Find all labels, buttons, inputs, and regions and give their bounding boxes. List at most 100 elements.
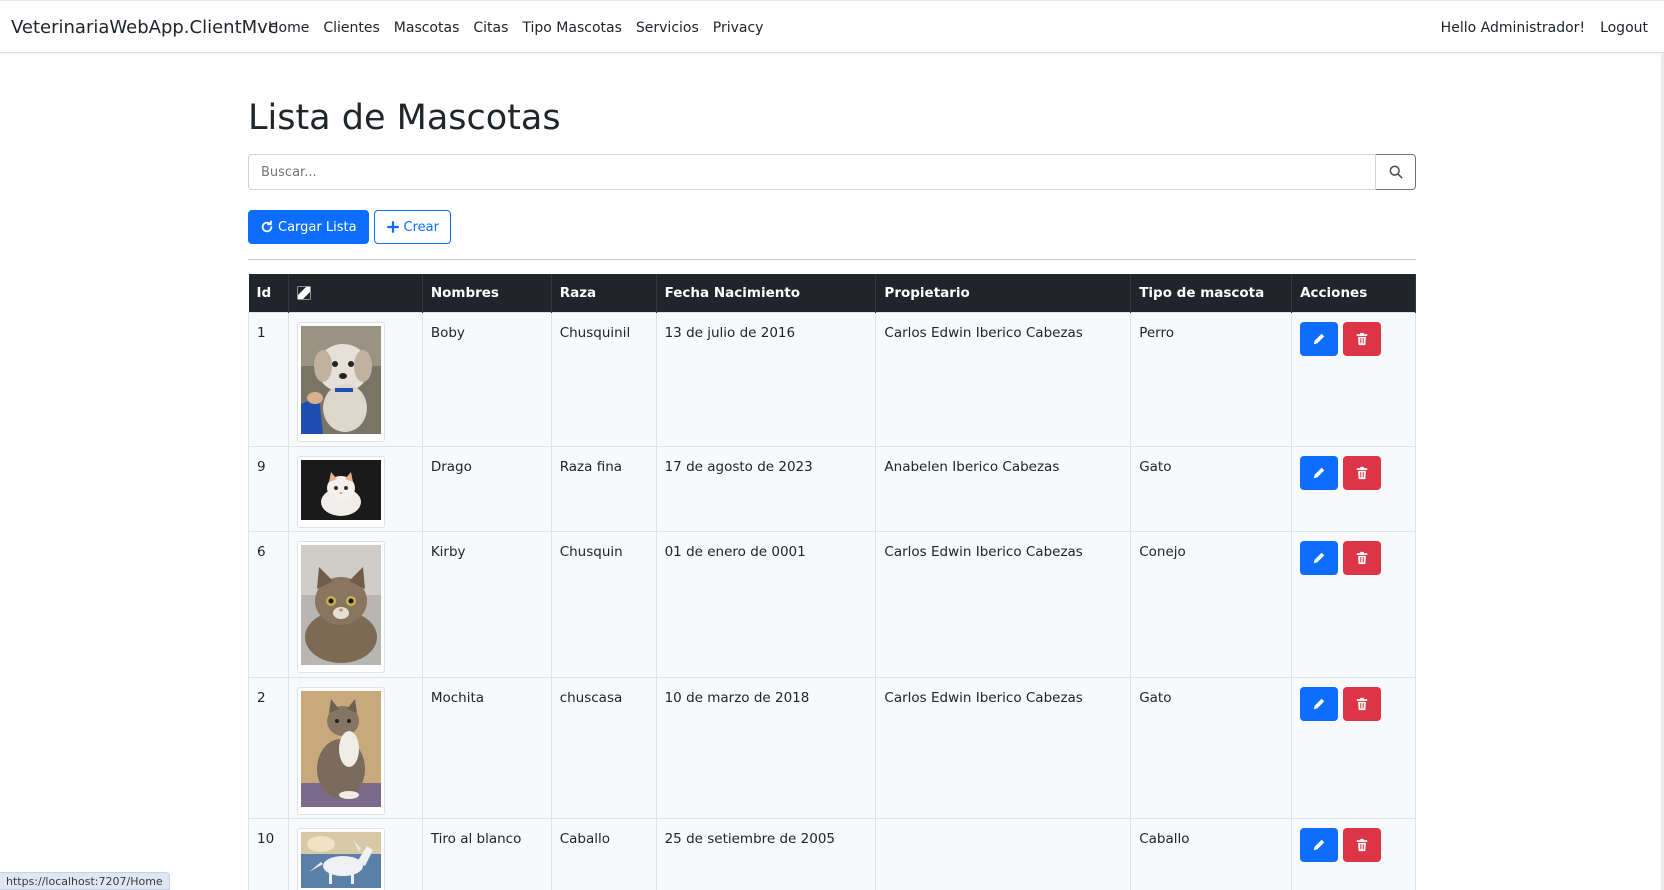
cell-photo [288, 817, 423, 890]
sitting-cat-photo [300, 690, 381, 807]
header-raza: Raza [551, 274, 657, 312]
trash-icon [1356, 838, 1368, 851]
delete-button[interactable] [1343, 455, 1382, 490]
white-horse-photo [300, 831, 381, 888]
cell-tipo: Perro [1130, 311, 1293, 446]
cell-tipo: Caballo [1130, 817, 1293, 890]
delete-button[interactable] [1343, 827, 1382, 862]
trash-icon [1356, 332, 1368, 345]
load-list-button[interactable]: Cargar Lista [248, 210, 369, 244]
cell-actions [1291, 445, 1416, 531]
nav-link-citas[interactable]: Citas [473, 20, 508, 36]
status-bar-url: https://localhost:7207/Home [0, 872, 170, 890]
trash-icon [1356, 697, 1368, 710]
user-greeting-link[interactable]: Hello Administrador! [1441, 20, 1585, 36]
nav-link-privacy[interactable]: Privacy [713, 20, 764, 36]
cell-propietario: Carlos Edwin Iberico Cabezas [875, 676, 1132, 818]
edit-button[interactable] [1300, 455, 1339, 490]
cell-id: 2 [248, 676, 289, 818]
search-icon [1389, 165, 1402, 179]
brand-link[interactable]: VeterinariaWebApp.ClientMvc [11, 17, 278, 38]
cell-propietario: Carlos Edwin Iberico Cabezas [875, 530, 1132, 677]
page-title: Lista de Mascotas [248, 98, 561, 138]
nav-link-mascotas[interactable]: Mascotas [394, 20, 460, 36]
pet-photo [296, 321, 385, 442]
cell-photo [288, 311, 423, 446]
pet-photo [296, 686, 385, 815]
search-group [248, 154, 1416, 190]
logout-link[interactable]: Logout [1600, 20, 1648, 36]
cell-actions [1291, 817, 1416, 890]
cell-actions [1291, 676, 1416, 818]
table-row: 9 Drago Raza fina 17 de agosto de 2023 A… [248, 445, 1416, 531]
load-list-label: Cargar Lista [278, 219, 357, 235]
cell-propietario: Carlos Edwin Iberico Cabezas [875, 311, 1132, 446]
header-tipo: Tipo de mascota [1130, 274, 1293, 312]
table-header-row: Id Nombres Raza Fecha Nacimiento Propiet… [248, 274, 1416, 312]
divider [248, 259, 1416, 260]
cell-id: 9 [248, 445, 289, 531]
pet-photo [296, 827, 385, 890]
white-kitten-photo [300, 459, 381, 520]
cell-id: 1 [248, 311, 289, 446]
search-button[interactable] [1376, 154, 1416, 190]
cell-propietario: Anabelen Iberico Cabezas [875, 445, 1132, 531]
cell-fecha: 17 de agosto de 2023 [656, 445, 877, 531]
create-button[interactable]: Crear [373, 210, 451, 244]
cell-propietario [875, 817, 1132, 890]
cell-fecha: 13 de julio de 2016 [656, 311, 877, 446]
cell-photo [288, 530, 423, 677]
nav-link-servicios[interactable]: Servicios [636, 20, 699, 36]
pencil-icon [1313, 839, 1325, 850]
delete-button[interactable] [1343, 540, 1382, 575]
cell-actions [1291, 311, 1416, 446]
action-buttons: Cargar Lista Crear [248, 210, 451, 244]
cell-id: 6 [248, 530, 289, 677]
cell-photo [288, 676, 423, 818]
cell-raza: Chusquin [551, 530, 657, 677]
cell-tipo: Gato [1130, 676, 1293, 818]
edit-button[interactable] [1300, 827, 1339, 862]
header-nombres: Nombres [422, 274, 552, 312]
cell-nombre: Mochita [422, 676, 552, 818]
header-acciones: Acciones [1291, 274, 1416, 312]
cell-nombre: Tiro al blanco [422, 817, 552, 890]
header-image [288, 274, 423, 312]
trash-icon [1356, 551, 1368, 564]
header-fecha: Fecha Nacimiento [656, 274, 877, 312]
cell-fecha: 10 de marzo de 2018 [656, 676, 877, 818]
edit-button[interactable] [1300, 686, 1339, 721]
navbar: VeterinariaWebApp.ClientMvc Home Cliente… [0, 0, 1664, 53]
cell-tipo: Gato [1130, 445, 1293, 531]
nav-link-tipo-mascotas[interactable]: Tipo Mascotas [522, 20, 622, 36]
table-row: 6 Kirby Chusquin 01 de enero de 0001 Car… [248, 530, 1416, 677]
delete-button[interactable] [1343, 321, 1382, 356]
nav-user-area: Hello Administrador! Logout [1441, 20, 1648, 36]
cell-nombre: Boby [422, 311, 552, 446]
refresh-icon [261, 220, 273, 233]
pencil-icon [1313, 552, 1325, 563]
pencil-icon [1313, 333, 1325, 344]
table-row: 1 Boby Chusquinil 13 de julio de 2016 Ca… [248, 311, 1416, 446]
pet-photo [296, 455, 385, 528]
search-input[interactable] [248, 154, 1376, 190]
delete-button[interactable] [1343, 686, 1382, 721]
cell-raza: Caballo [551, 817, 657, 890]
edit-button[interactable] [1300, 540, 1339, 575]
header-propietario: Propietario [875, 274, 1132, 312]
pet-photo [296, 540, 385, 673]
cell-id: 10 [248, 817, 289, 890]
image-icon [297, 286, 311, 300]
dog-photo [300, 325, 381, 434]
create-label: Crear [403, 219, 439, 235]
cell-raza: Raza fina [551, 445, 657, 531]
mascotas-table: Id Nombres Raza Fecha Nacimiento Propiet… [248, 274, 1416, 890]
cell-fecha: 01 de enero de 0001 [656, 530, 877, 677]
cell-fecha: 25 de setiembre de 2005 [656, 817, 877, 890]
cell-raza: chuscasa [551, 676, 657, 818]
header-id: Id [248, 274, 289, 312]
table-row: 10 Tiro al blanco Caballo 25 de setiembr… [248, 817, 1416, 890]
nav-link-home[interactable]: Home [268, 20, 309, 36]
edit-button[interactable] [1300, 321, 1339, 356]
nav-link-clientes[interactable]: Clientes [323, 20, 379, 36]
